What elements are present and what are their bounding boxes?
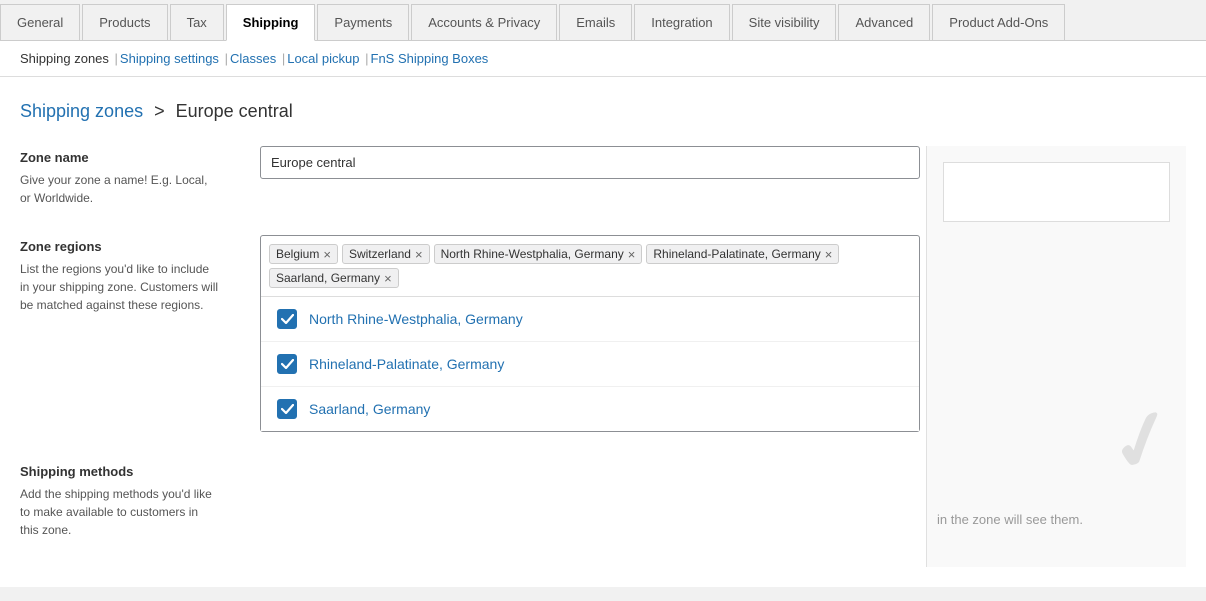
content-wrapper: Zone name Give your zone a name! E.g. Lo… [20, 146, 1186, 567]
zone-name-heading: Zone name [20, 150, 260, 165]
zone-name-input[interactable] [260, 146, 920, 179]
zone-regions-input-col: Belgium×Switzerland×North Rhine-Westphal… [260, 235, 926, 432]
dropdown-region-label: Rhineland-Palatinate, Germany [309, 356, 504, 372]
subnav-item-shipping-zones[interactable]: Shipping zones [20, 51, 109, 66]
regions-dropdown: North Rhine-Westphalia, Germany Rhinelan… [261, 296, 919, 431]
breadcrumb: Shipping zones > Europe central [20, 101, 1186, 122]
region-tag-remove[interactable]: × [384, 272, 392, 285]
tab-product-addons[interactable]: Product Add-Ons [932, 4, 1065, 40]
zone-name-row: Zone name Give your zone a name! E.g. Lo… [20, 146, 926, 207]
region-tag: Belgium × [269, 244, 338, 264]
breadcrumb-separator: > [154, 101, 165, 121]
region-tag: Rhineland-Palatinate, Germany × [646, 244, 839, 264]
subnav-sep-1: | [115, 51, 118, 66]
tab-emails[interactable]: Emails [559, 4, 632, 40]
subnav: Shipping zones |Shipping settings |Class… [0, 41, 1206, 77]
tab-advanced[interactable]: Advanced [838, 4, 930, 40]
region-tag-label: Rhineland-Palatinate, Germany [653, 247, 820, 261]
subnav-sep-4: | [365, 51, 368, 66]
region-checkbox[interactable] [277, 399, 297, 419]
shipping-methods-heading: Shipping methods [20, 464, 260, 479]
zone-regions-label-col: Zone regions List the regions you'd like… [20, 235, 260, 314]
region-tag-remove[interactable]: × [323, 248, 331, 261]
dropdown-region-label: Saarland, Germany [309, 401, 430, 417]
tab-payments[interactable]: Payments [317, 4, 409, 40]
region-checkbox[interactable] [277, 354, 297, 374]
subnav-item-local-pickup[interactable]: Local pickup [287, 51, 359, 66]
breadcrumb-link[interactable]: Shipping zones [20, 101, 143, 121]
dropdown-region-label: North Rhine-Westphalia, Germany [309, 311, 523, 327]
right-ghost-panel: in the zone will see them. ✓ [926, 146, 1186, 567]
left-content: Zone name Give your zone a name! E.g. Lo… [20, 146, 926, 567]
region-tag-remove[interactable]: × [415, 248, 423, 261]
zone-name-label-col: Zone name Give your zone a name! E.g. Lo… [20, 146, 260, 207]
zone-regions-heading: Zone regions [20, 239, 260, 254]
region-tag-label: Saarland, Germany [276, 271, 380, 285]
region-tag-remove[interactable]: × [825, 248, 833, 261]
region-tag-label: Belgium [276, 247, 319, 261]
region-tag: North Rhine-Westphalia, Germany × [434, 244, 643, 264]
zone-name-input-col [260, 146, 926, 179]
breadcrumb-current: Europe central [176, 101, 293, 121]
dropdown-region-item[interactable]: Rhineland-Palatinate, Germany [261, 342, 919, 387]
zone-regions-row: Zone regions List the regions you'd like… [20, 235, 926, 432]
tab-site-visibility[interactable]: Site visibility [732, 4, 837, 40]
subnav-item-classes[interactable]: Classes [230, 51, 276, 66]
tab-general[interactable]: General [0, 4, 80, 40]
ghost-watermark: ✓ [1098, 387, 1186, 494]
tab-tax[interactable]: Tax [170, 4, 224, 40]
region-tag-label: North Rhine-Westphalia, Germany [441, 247, 624, 261]
regions-tags: Belgium×Switzerland×North Rhine-Westphal… [261, 236, 919, 296]
ghost-box [943, 162, 1170, 222]
region-tag-label: Switzerland [349, 247, 411, 261]
dropdown-region-item[interactable]: Saarland, Germany [261, 387, 919, 431]
shipping-methods-label-col: Shipping methods Add the shipping method… [20, 460, 260, 539]
subnav-sep-3: | [282, 51, 285, 66]
subnav-item-shipping-settings[interactable]: Shipping settings [120, 51, 219, 66]
region-tag: Saarland, Germany × [269, 268, 399, 288]
main-content: Shipping zones > Europe central Zone nam… [0, 77, 1206, 587]
tab-integration[interactable]: Integration [634, 4, 729, 40]
tab-accounts-privacy[interactable]: Accounts & Privacy [411, 4, 557, 40]
regions-container[interactable]: Belgium×Switzerland×North Rhine-Westphal… [260, 235, 920, 432]
tab-products[interactable]: Products [82, 4, 167, 40]
tab-shipping[interactable]: Shipping [226, 4, 316, 41]
region-tag-remove[interactable]: × [628, 248, 636, 261]
region-tag: Switzerland × [342, 244, 430, 264]
zone-regions-description: List the regions you'd like to include i… [20, 260, 260, 314]
tabs-bar: GeneralProductsTaxShippingPaymentsAccoun… [0, 0, 1206, 41]
subnav-item-fns-shipping-boxes[interactable]: FnS Shipping Boxes [371, 51, 489, 66]
ghost-text: in the zone will see them. [937, 512, 1176, 527]
dropdown-region-item[interactable]: North Rhine-Westphalia, Germany [261, 297, 919, 342]
zone-name-description: Give your zone a name! E.g. Local, or Wo… [20, 171, 260, 207]
shipping-methods-description: Add the shipping methods you'd like to m… [20, 485, 260, 539]
shipping-methods-row: Shipping methods Add the shipping method… [20, 460, 926, 539]
region-checkbox[interactable] [277, 309, 297, 329]
subnav-sep-2: | [225, 51, 228, 66]
